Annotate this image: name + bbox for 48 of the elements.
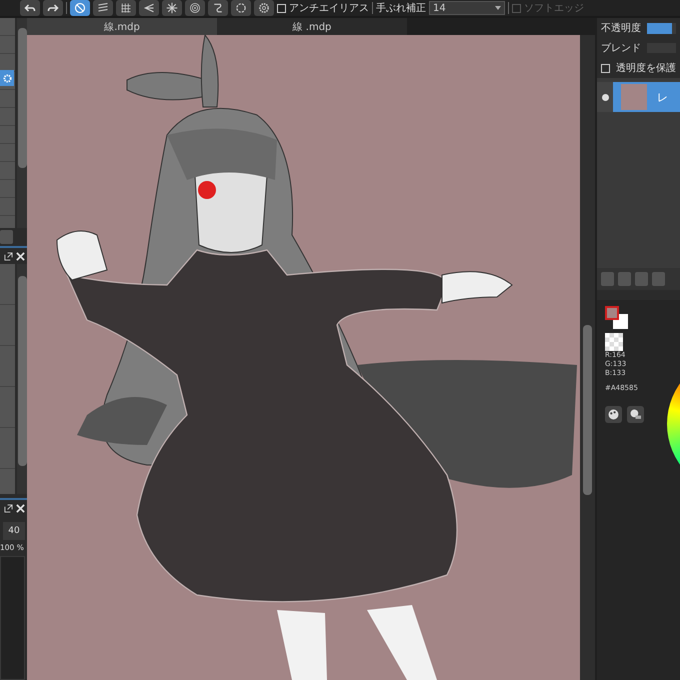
radial-tool-button[interactable] <box>162 0 182 16</box>
circle-tool-button[interactable] <box>231 0 251 16</box>
perspective-icon <box>143 2 155 14</box>
curve-icon <box>212 2 224 14</box>
blend-label: ブレンド <box>601 42 641 55</box>
stabilizer-label: 手ぶれ補正 <box>376 2 426 15</box>
parallel-tool-button[interactable] <box>93 0 113 16</box>
gear-icon <box>2 74 12 82</box>
brush-size-field[interactable]: 40 <box>3 522 25 540</box>
circle-icon <box>235 2 247 14</box>
background-color-swatch[interactable] <box>613 314 628 329</box>
undo-tool-button[interactable] <box>20 0 40 16</box>
layer-name: レ <box>657 90 668 104</box>
visibility-dot[interactable] <box>602 94 608 100</box>
scrollbar-thumb[interactable] <box>18 28 26 168</box>
transparent-swatch[interactable] <box>605 333 623 351</box>
popout-icon[interactable] <box>4 252 13 260</box>
gear-tool-button[interactable] <box>254 0 274 16</box>
parallel-icon <box>97 2 109 14</box>
gear-icon <box>258 2 270 14</box>
selected-brush-item[interactable] <box>0 70 14 86</box>
redo-tool-button[interactable] <box>43 0 63 16</box>
antialias-label: アンチエイリアス <box>289 2 369 15</box>
close-icon[interactable] <box>16 504 25 512</box>
soft-edge-label: ソフトエッジ <box>524 2 584 15</box>
ellipse-tool-button[interactable] <box>70 0 90 16</box>
radial-icon <box>166 2 178 14</box>
grid-tool-button[interactable] <box>116 0 136 16</box>
scrollbar-thumb[interactable] <box>583 325 592 495</box>
protect-alpha-label: 透明度を保護 <box>616 62 676 75</box>
protect-alpha-checkbox[interactable] <box>601 64 610 72</box>
stabilizer-dropdown[interactable]: 14 <box>429 1 505 15</box>
concentric-icon <box>189 2 201 14</box>
document-tab[interactable]: 線 .mdp <box>217 18 407 35</box>
perspective-tool-button[interactable] <box>139 0 159 16</box>
curve-tool-button[interactable] <box>208 0 228 16</box>
foreground-color-swatch[interactable] <box>605 306 619 320</box>
antialias-checkbox[interactable] <box>277 4 286 12</box>
close-icon[interactable] <box>16 252 25 260</box>
redo-icon <box>47 2 59 14</box>
opacity-label: 不透明度 <box>601 22 641 35</box>
layer-thumbnail <box>621 84 647 110</box>
document-tab[interactable]: 線.mdp <box>27 18 217 35</box>
undo-icon <box>24 2 36 14</box>
popout-icon[interactable] <box>4 504 13 512</box>
concentric-tool-button[interactable] <box>185 0 205 16</box>
scrollbar-thumb[interactable] <box>18 276 26 466</box>
grid-icon <box>120 2 132 14</box>
